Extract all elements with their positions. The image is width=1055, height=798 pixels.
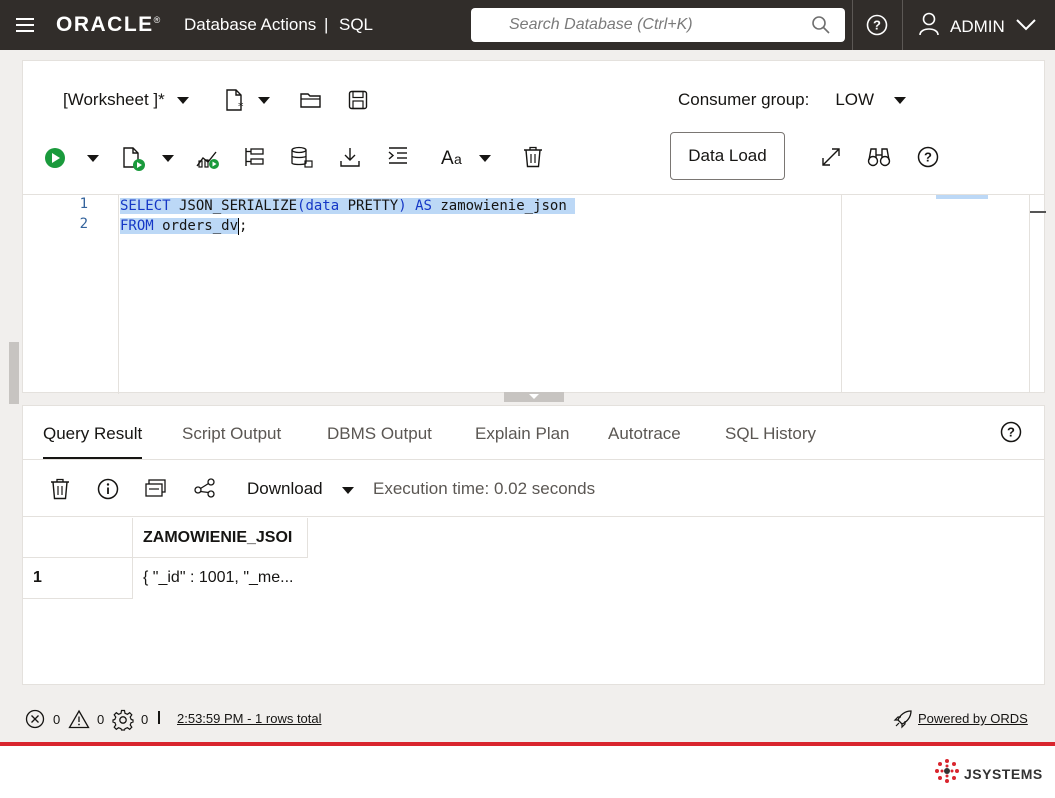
status-summary-link[interactable]: 2:53:59 PM - 1 rows total <box>177 711 322 726</box>
tab-sql-history[interactable]: SQL History <box>725 424 816 444</box>
svg-text:A: A <box>441 148 454 168</box>
line-number: 1 <box>79 196 88 212</box>
svg-text:?: ? <box>924 150 932 165</box>
jsystems-logo: JSYSTEMS <box>934 758 1043 789</box>
explain-plan-icon[interactable] <box>195 146 221 170</box>
table-cell[interactable]: { "_id" : 1001, "_me... <box>133 558 308 599</box>
worksheet-panel: [Worksheet ]* * Consumer group: LOW A a … <box>22 60 1046 394</box>
hamburger-menu-icon[interactable] <box>16 18 34 32</box>
row-number[interactable]: 1 <box>23 558 133 599</box>
clear-results-trash-icon[interactable] <box>50 478 70 500</box>
results-tabs: Query Result Script Output DBMS Output E… <box>23 406 1044 460</box>
autotrace-icon[interactable] <box>243 146 265 168</box>
grid-corner <box>23 518 133 558</box>
column-header[interactable]: ZAMOWIENIE_JSOI <box>133 518 308 558</box>
jsystems-mark-icon <box>934 758 960 789</box>
top-bar: ORACLE® Database Actions | SQL ? ADMIN <box>0 0 1055 50</box>
download-icon[interactable] <box>339 146 361 168</box>
panel-splitter-handle[interactable] <box>504 392 564 402</box>
user-icon <box>918 12 940 41</box>
warning-count: 0 <box>97 712 105 727</box>
line-number-gutter: 1 2 <box>23 195 119 394</box>
new-worksheet-caret[interactable] <box>257 96 270 104</box>
execution-time: Execution time: 0.02 seconds <box>373 479 596 498</box>
tab-autotrace[interactable]: Autotrace <box>608 424 681 444</box>
svg-text:*: * <box>238 100 244 112</box>
tab-query-result[interactable]: Query Result <box>43 424 143 459</box>
run-statement-icon[interactable] <box>43 146 67 170</box>
download-caret[interactable] <box>342 487 354 494</box>
footer: JSYSTEMS <box>0 746 1055 798</box>
results-toolbar: Download Execution time: 0.02 seconds <box>23 461 1044 517</box>
help-icon[interactable]: ? <box>866 14 888 41</box>
svg-text:?: ? <box>873 18 881 33</box>
title-separator: | <box>324 15 329 34</box>
single-record-view-icon[interactable] <box>145 478 167 498</box>
gear-icon[interactable] <box>112 709 134 731</box>
font-size-caret[interactable] <box>479 155 491 162</box>
chevron-down-icon <box>1015 17 1037 37</box>
section-title: SQL <box>339 15 374 34</box>
data-load-button[interactable]: Data Load <box>670 132 785 180</box>
header-divider <box>852 0 853 50</box>
sql-editor[interactable]: 1 2 SELECT JSON_SERIALIZE(data PRETTY) A… <box>23 194 841 394</box>
consumer-group-caret[interactable] <box>894 96 907 104</box>
info-icon[interactable] <box>97 478 119 500</box>
run-script-icon[interactable] <box>121 146 147 172</box>
header-divider <box>902 0 903 50</box>
user-name: ADMIN <box>950 16 1005 36</box>
consumer-group-value[interactable]: LOW <box>835 90 874 110</box>
worksheet-name[interactable]: [Worksheet ]* <box>63 90 165 110</box>
worksheet-dropdown-caret[interactable] <box>176 96 189 104</box>
powered-by-ords-link[interactable]: Powered by ORDS <box>918 711 1028 726</box>
code-line[interactable]: FROM orders_dv; <box>120 216 247 236</box>
consumer-group[interactable]: Consumer group: LOW <box>678 90 907 110</box>
run-options-caret[interactable] <box>87 155 99 162</box>
save-icon[interactable] <box>348 90 368 110</box>
editor-scrollbar[interactable] <box>1029 194 1046 393</box>
new-worksheet-icon[interactable]: * <box>224 88 246 112</box>
help-icon[interactable]: ? <box>917 146 939 168</box>
warning-icon[interactable] <box>68 709 90 729</box>
search-input[interactable] <box>509 16 789 34</box>
jsystems-logo-text: JSYSTEMS <box>964 765 1043 782</box>
help-icon[interactable]: ? <box>1000 421 1022 448</box>
editor-minimap[interactable] <box>841 194 1029 393</box>
oracle-logo[interactable]: ORACLE® <box>56 13 162 37</box>
search-icon[interactable] <box>811 15 831 40</box>
status-divider <box>158 711 160 724</box>
svg-text:a: a <box>454 151 462 167</box>
font-size-icon[interactable]: Aa <box>440 146 466 168</box>
find-binoculars-icon[interactable] <box>867 146 891 168</box>
share-icon[interactable] <box>194 478 216 498</box>
svg-text:?: ? <box>1007 425 1015 440</box>
code-line[interactable]: SELECT JSON_SERIALIZE(data PRETTY) AS za… <box>120 196 576 216</box>
search-box[interactable] <box>471 8 845 42</box>
user-menu[interactable]: ADMIN <box>918 12 1037 41</box>
open-folder-icon[interactable] <box>300 91 322 109</box>
rocket-icon <box>893 709 913 729</box>
format-indent-icon[interactable] <box>387 146 409 166</box>
status-bar: 0 0 0 2:53:59 PM - 1 rows total Powered … <box>0 696 1055 742</box>
task-count: 0 <box>141 712 149 727</box>
consumer-group-label: Consumer group: <box>678 90 810 109</box>
error-count: 0 <box>53 712 61 727</box>
tab-script-output[interactable]: Script Output <box>182 424 281 444</box>
results-panel: Query Result Script Output DBMS Output E… <box>22 405 1045 685</box>
side-panel-toggle[interactable] <box>9 342 19 404</box>
line-number: 2 <box>79 216 88 232</box>
editor-toolbar: Aa ? <box>43 143 943 173</box>
app-title: Database Actions <box>184 15 317 34</box>
database-icon[interactable] <box>290 146 314 170</box>
error-icon[interactable] <box>25 709 45 729</box>
expand-icon[interactable] <box>820 146 842 168</box>
run-script-caret[interactable] <box>162 155 174 162</box>
tab-explain-plan[interactable]: Explain Plan <box>475 424 570 444</box>
clear-trash-icon[interactable] <box>523 146 543 168</box>
tab-dbms-output[interactable]: DBMS Output <box>327 424 432 444</box>
worksheet-toolbar: [Worksheet ]* * <box>63 88 368 112</box>
download-menu[interactable]: Download <box>247 479 323 499</box>
